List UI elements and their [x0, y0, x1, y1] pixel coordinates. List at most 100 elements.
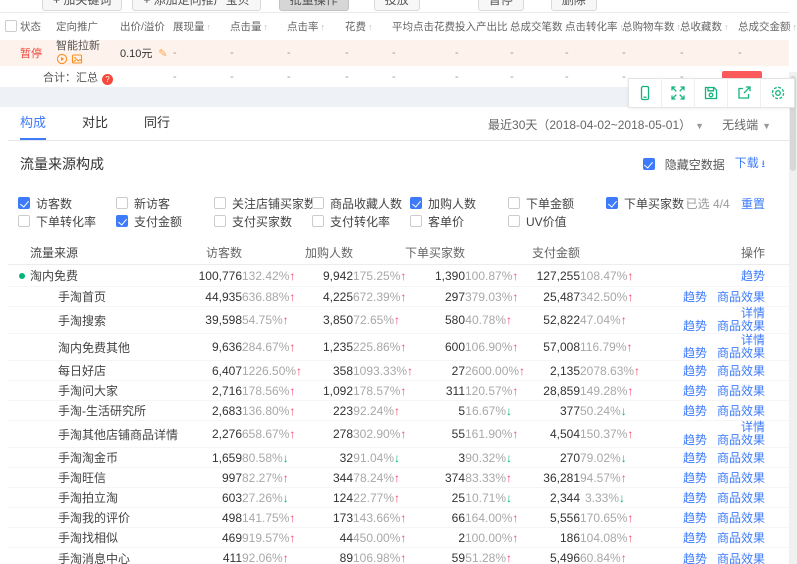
op-link[interactable]: 趋势: [683, 469, 707, 486]
op-link[interactable]: 商品效果: [717, 529, 765, 546]
op-link[interactable]: 趋势: [683, 509, 707, 526]
op-link[interactable]: 商品效果: [717, 382, 765, 399]
tab-同行[interactable]: 同行: [144, 107, 170, 140]
ad-toolbar-button[interactable]: + 加关键词: [42, 0, 122, 11]
metric-filter-item[interactable]: 客单价: [410, 212, 508, 230]
op-link[interactable]: 趋势: [683, 362, 707, 379]
ad-column-header[interactable]: 投入产出比↑: [455, 19, 510, 34]
hide-empty-checkbox[interactable]: [643, 158, 655, 170]
ad-column-label: 展现量: [173, 21, 205, 33]
op-link[interactable]: 商品效果: [717, 550, 765, 564]
download-link[interactable]: 下载 ⭳: [735, 154, 765, 174]
metric-checkbox[interactable]: [214, 215, 226, 227]
vertical-scrollbar[interactable]: [789, 72, 797, 564]
ad-column-header[interactable]: 定向推广: [56, 19, 120, 34]
tab-对比[interactable]: 对比: [82, 107, 108, 140]
op-link[interactable]: 趋势: [741, 267, 765, 284]
op-link[interactable]: 趋势: [683, 320, 707, 333]
op-link[interactable]: 商品效果: [717, 320, 765, 333]
sort-arrow-icon[interactable]: ↑: [793, 22, 797, 32]
ad-toolbar-button[interactable]: 批量操作: [279, 0, 349, 11]
ad-column-header[interactable]: 点击量↑: [230, 19, 287, 34]
ad-toolbar-button[interactable]: 暂停: [478, 0, 524, 11]
ad-column-header[interactable]: 出价/溢价: [120, 19, 173, 34]
settings-tool[interactable]: [761, 79, 794, 107]
metric-checkbox[interactable]: [18, 197, 30, 209]
ad-column-header[interactable]: 总收藏数↑: [680, 19, 738, 34]
tab-构成[interactable]: 构成: [20, 107, 46, 140]
date-range-dropdown[interactable]: 最近30天（2018-04-02~2018-05-01）▼: [488, 116, 704, 133]
ad-toolbar-button[interactable]: 投放: [374, 0, 420, 11]
metric-filter-item[interactable]: 加购人数: [410, 194, 508, 212]
metric-checkbox[interactable]: [606, 197, 618, 209]
sort-arrow-icon[interactable]: ↑: [264, 22, 269, 32]
op-link[interactable]: 趋势: [683, 382, 707, 399]
edit-bid-icon[interactable]: ✎: [158, 48, 167, 60]
metric-checkbox[interactable]: [214, 197, 226, 209]
op-link[interactable]: 商品效果: [717, 449, 765, 466]
op-link[interactable]: 商品效果: [717, 509, 765, 526]
save-tool[interactable]: [695, 79, 728, 107]
op-link[interactable]: 趋势: [683, 402, 707, 419]
op-link[interactable]: 商品效果: [717, 434, 765, 447]
sort-arrow-icon[interactable]: ↑: [724, 22, 729, 32]
ad-toolbar-button[interactable]: + 添加定向推广宝贝: [132, 0, 260, 11]
ad-column-header[interactable]: 花费↑: [345, 19, 392, 34]
metric-filter-item[interactable]: UV价值: [508, 212, 606, 230]
mobile-preview-tool[interactable]: [629, 79, 662, 107]
metric-filter-item[interactable]: 下单金额: [508, 194, 606, 212]
metric-filter-item[interactable]: 关注店铺买家数: [214, 194, 312, 212]
op-link[interactable]: 趋势: [683, 550, 707, 564]
sort-arrow-icon[interactable]: ↑: [207, 22, 212, 32]
metric-checkbox[interactable]: [508, 197, 520, 209]
metric-filter-item[interactable]: 支付金额: [116, 212, 214, 230]
ad-column-header[interactable]: 点击率↑: [287, 19, 345, 34]
metric-checkbox[interactable]: [312, 197, 324, 209]
help-icon[interactable]: ?: [102, 74, 113, 85]
metric-filter-item[interactable]: 访客数: [18, 194, 116, 212]
metric-checkbox[interactable]: [508, 215, 520, 227]
op-link[interactable]: 商品效果: [717, 402, 765, 419]
reset-link[interactable]: 重置: [741, 197, 765, 211]
fullscreen-tool[interactable]: [662, 79, 695, 107]
op-link[interactable]: 趋势: [683, 449, 707, 466]
sort-arrow-icon[interactable]: ↑: [321, 22, 326, 32]
ad-column-header[interactable]: 点击转化率↑: [565, 19, 622, 34]
sort-arrow-icon[interactable]: ↑: [368, 22, 373, 32]
op-link[interactable]: 趋势: [683, 489, 707, 506]
ad-column-header[interactable]: 展现量↑: [173, 19, 230, 34]
op-link[interactable]: 商品效果: [717, 362, 765, 379]
op-link[interactable]: 商品效果: [717, 347, 765, 360]
metric-checkbox[interactable]: [312, 215, 324, 227]
ad-toolbar-button[interactable]: 删除: [551, 0, 597, 11]
export-tool[interactable]: [728, 79, 761, 107]
metric-value: 603: [190, 491, 242, 505]
ad-column-header[interactable]: 平均点击花费↑: [392, 19, 455, 34]
ad-column-header[interactable]: 状态: [20, 19, 56, 34]
ad-column-header[interactable]: 总成交金额↑: [738, 19, 794, 34]
op-link[interactable]: 商品效果: [717, 288, 765, 305]
metric-checkbox[interactable]: [410, 197, 422, 209]
metric-filter-item[interactable]: 支付转化率: [312, 212, 410, 230]
metric-checkbox[interactable]: [116, 215, 128, 227]
metric-checkbox[interactable]: [410, 215, 422, 227]
op-link[interactable]: 商品效果: [717, 489, 765, 506]
metric-checkbox[interactable]: [18, 215, 30, 227]
ad-column-header[interactable]: 总购物车数↑: [622, 19, 680, 34]
metric-change-pct: 672.39%: [353, 290, 400, 304]
op-link[interactable]: 商品效果: [717, 469, 765, 486]
op-link[interactable]: 趋势: [683, 288, 707, 305]
metric-filter-item[interactable]: 新访客: [116, 194, 214, 212]
op-link[interactable]: 趋势: [683, 434, 707, 447]
metric-filter-item[interactable]: 支付买家数: [214, 212, 312, 230]
terminal-dropdown[interactable]: 无线端▼: [722, 116, 771, 133]
play-circle-icon[interactable]: [56, 53, 68, 65]
op-link[interactable]: 趋势: [683, 347, 707, 360]
op-link[interactable]: 趋势: [683, 529, 707, 546]
creative-image-icon[interactable]: [71, 53, 83, 65]
select-all-checkbox[interactable]: [5, 20, 17, 32]
ad-column-header[interactable]: 总成交笔数↑: [510, 19, 565, 34]
metric-filter-item[interactable]: 下单转化率: [18, 212, 116, 230]
metric-checkbox[interactable]: [116, 197, 128, 209]
metric-filter-item[interactable]: 商品收藏人数: [312, 194, 410, 212]
